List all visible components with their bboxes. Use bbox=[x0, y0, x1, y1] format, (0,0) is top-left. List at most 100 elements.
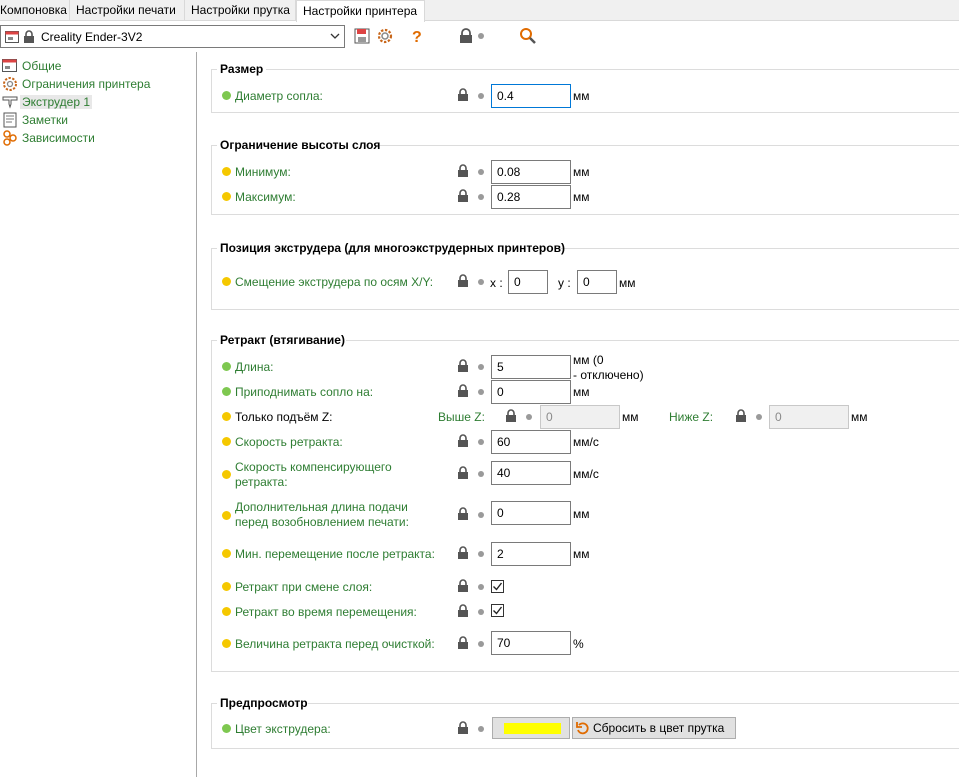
extruder-color-picker[interactable] bbox=[492, 717, 570, 739]
lock-icon[interactable] bbox=[457, 88, 469, 102]
tree-item-machine-limits[interactable]: Ограничения принтера bbox=[0, 75, 196, 93]
above-z-input[interactable]: 0 bbox=[540, 405, 620, 429]
lock-icon[interactable] bbox=[457, 189, 469, 203]
min-layer-height-input[interactable]: 0.08 bbox=[491, 160, 571, 184]
reset-to-filament-color-button[interactable]: Сбросить в цвет прутка bbox=[572, 717, 736, 739]
tab-printer-settings[interactable]: Настройки принтера bbox=[296, 0, 425, 22]
deretract-speed-input[interactable]: 40 bbox=[491, 461, 571, 485]
checkmark-icon bbox=[493, 606, 503, 615]
unit-label: мм/с bbox=[573, 435, 599, 449]
unit-label: % bbox=[573, 637, 584, 651]
retract-layer-change-checkbox[interactable] bbox=[491, 580, 504, 593]
lock-icon[interactable] bbox=[457, 466, 469, 480]
lock-icon[interactable] bbox=[457, 546, 469, 560]
question-icon[interactable]: ? bbox=[408, 27, 426, 45]
lock-icon[interactable] bbox=[457, 721, 469, 735]
tree-item-label: Общие bbox=[22, 59, 62, 73]
tree-item-dependencies[interactable]: Зависимости bbox=[0, 129, 196, 147]
lock-icon[interactable] bbox=[457, 164, 469, 178]
status-dot bbox=[478, 551, 484, 557]
status-dot bbox=[222, 412, 231, 421]
unit-label: мм bbox=[573, 385, 590, 399]
search-icon[interactable] bbox=[519, 27, 537, 45]
lock-icon[interactable] bbox=[457, 434, 469, 448]
y-offset-input[interactable]: 0 bbox=[577, 270, 617, 294]
lock-icon[interactable] bbox=[457, 274, 469, 288]
above-z-label: Выше Z: bbox=[438, 410, 485, 424]
printer-icon bbox=[5, 31, 19, 43]
lock-icon[interactable] bbox=[457, 604, 469, 618]
tab-print-settings[interactable]: Настройки печати bbox=[70, 0, 185, 21]
status-dot bbox=[222, 724, 231, 733]
status-dot bbox=[478, 471, 484, 477]
tab-label: Компоновка bbox=[0, 3, 67, 17]
extruder-icon bbox=[2, 96, 18, 109]
printer-icon bbox=[2, 59, 17, 72]
lock-icon[interactable] bbox=[457, 384, 469, 398]
x-offset-label: x : bbox=[490, 276, 503, 290]
lock-icon[interactable] bbox=[735, 409, 747, 423]
tree-item-label: Ограничения принтера bbox=[22, 77, 151, 91]
printer-preset-select[interactable]: Creality Ender-3V2 bbox=[0, 25, 345, 48]
extruder-offset-label: Смещение экструдера по осям X/Y: bbox=[235, 275, 434, 289]
lock-icon[interactable] bbox=[457, 579, 469, 593]
status-dot bbox=[222, 549, 231, 558]
min-travel-input[interactable]: 2 bbox=[491, 542, 571, 566]
unit-label: мм bbox=[851, 410, 868, 424]
nozzle-diameter-input[interactable]: 0.4 bbox=[491, 84, 571, 108]
deretract-speed-label-line1: Скорость компенсирующего bbox=[235, 460, 392, 474]
y-offset-label: y : bbox=[558, 276, 571, 290]
unit-label: мм bbox=[619, 276, 636, 290]
status-dot bbox=[222, 91, 231, 100]
max-layer-height-input[interactable]: 0.28 bbox=[491, 185, 571, 209]
retract-before-wipe-input[interactable]: 70 bbox=[491, 631, 571, 655]
svg-text:?: ? bbox=[412, 29, 422, 45]
status-dot bbox=[478, 726, 484, 732]
save-icon[interactable] bbox=[353, 27, 371, 45]
section-title: Размер bbox=[220, 62, 264, 76]
lock-icon[interactable] bbox=[505, 409, 517, 423]
lock-icon[interactable] bbox=[457, 359, 469, 373]
preset-toolbar: Creality Ender-3V2 ? bbox=[0, 22, 959, 52]
tab-plater[interactable]: Компоновка bbox=[0, 0, 70, 21]
lock-icon[interactable] bbox=[457, 507, 469, 521]
wipe-checkbox[interactable] bbox=[491, 604, 504, 617]
section-title: Ограничение высоты слоя bbox=[220, 138, 381, 152]
chevron-down-icon[interactable] bbox=[330, 32, 340, 40]
lift-z-label: Приподнимать сопло на: bbox=[235, 385, 374, 399]
status-dot bbox=[478, 512, 484, 518]
x-offset-input[interactable]: 0 bbox=[508, 270, 548, 294]
reset-button-label: Сбросить в цвет прутка bbox=[593, 721, 725, 735]
status-dot bbox=[222, 387, 231, 396]
below-z-input[interactable]: 0 bbox=[769, 405, 849, 429]
tree-item-notes[interactable]: Заметки bbox=[0, 111, 196, 129]
retract-before-wipe-label: Величина ретракта перед очисткой: bbox=[235, 637, 435, 651]
gear-icon bbox=[3, 77, 17, 91]
gear-icon[interactable] bbox=[376, 27, 394, 45]
tree-item-extruder-1[interactable]: Экструдер 1 bbox=[0, 93, 196, 111]
unit-label: - отключено) bbox=[573, 368, 644, 382]
unit-label: мм bbox=[573, 507, 590, 521]
tab-filament-settings[interactable]: Настройки прутка bbox=[185, 0, 296, 21]
status-dot bbox=[222, 511, 231, 520]
retract-speed-input[interactable]: 60 bbox=[491, 430, 571, 454]
lock-icon[interactable] bbox=[457, 27, 475, 45]
status-dot bbox=[222, 167, 231, 176]
status-dot bbox=[222, 362, 231, 371]
status-dot bbox=[478, 641, 484, 647]
color-swatch bbox=[504, 723, 561, 734]
settings-tree: Общие Ограничения принтера Экструдер 1 З… bbox=[0, 52, 197, 777]
lift-z-input[interactable]: 0 bbox=[491, 380, 571, 404]
status-dot bbox=[222, 639, 231, 648]
nozzle-diameter-label: Диаметр сопла: bbox=[235, 89, 323, 103]
tree-item-general[interactable]: Общие bbox=[0, 57, 196, 75]
lock-icon[interactable] bbox=[457, 636, 469, 650]
retract-length-input[interactable]: 5 bbox=[491, 355, 571, 379]
status-dot bbox=[478, 584, 484, 590]
extra-length-input[interactable]: 0 bbox=[491, 501, 571, 525]
section-title: Позиция экструдера (для многоэкструдерны… bbox=[220, 241, 565, 255]
unit-label: мм/с bbox=[573, 467, 599, 481]
preset-name: Creality Ender-3V2 bbox=[41, 30, 143, 44]
dependencies-icon bbox=[3, 130, 17, 146]
only-lift-z-label: Только подъём Z: bbox=[235, 410, 333, 424]
